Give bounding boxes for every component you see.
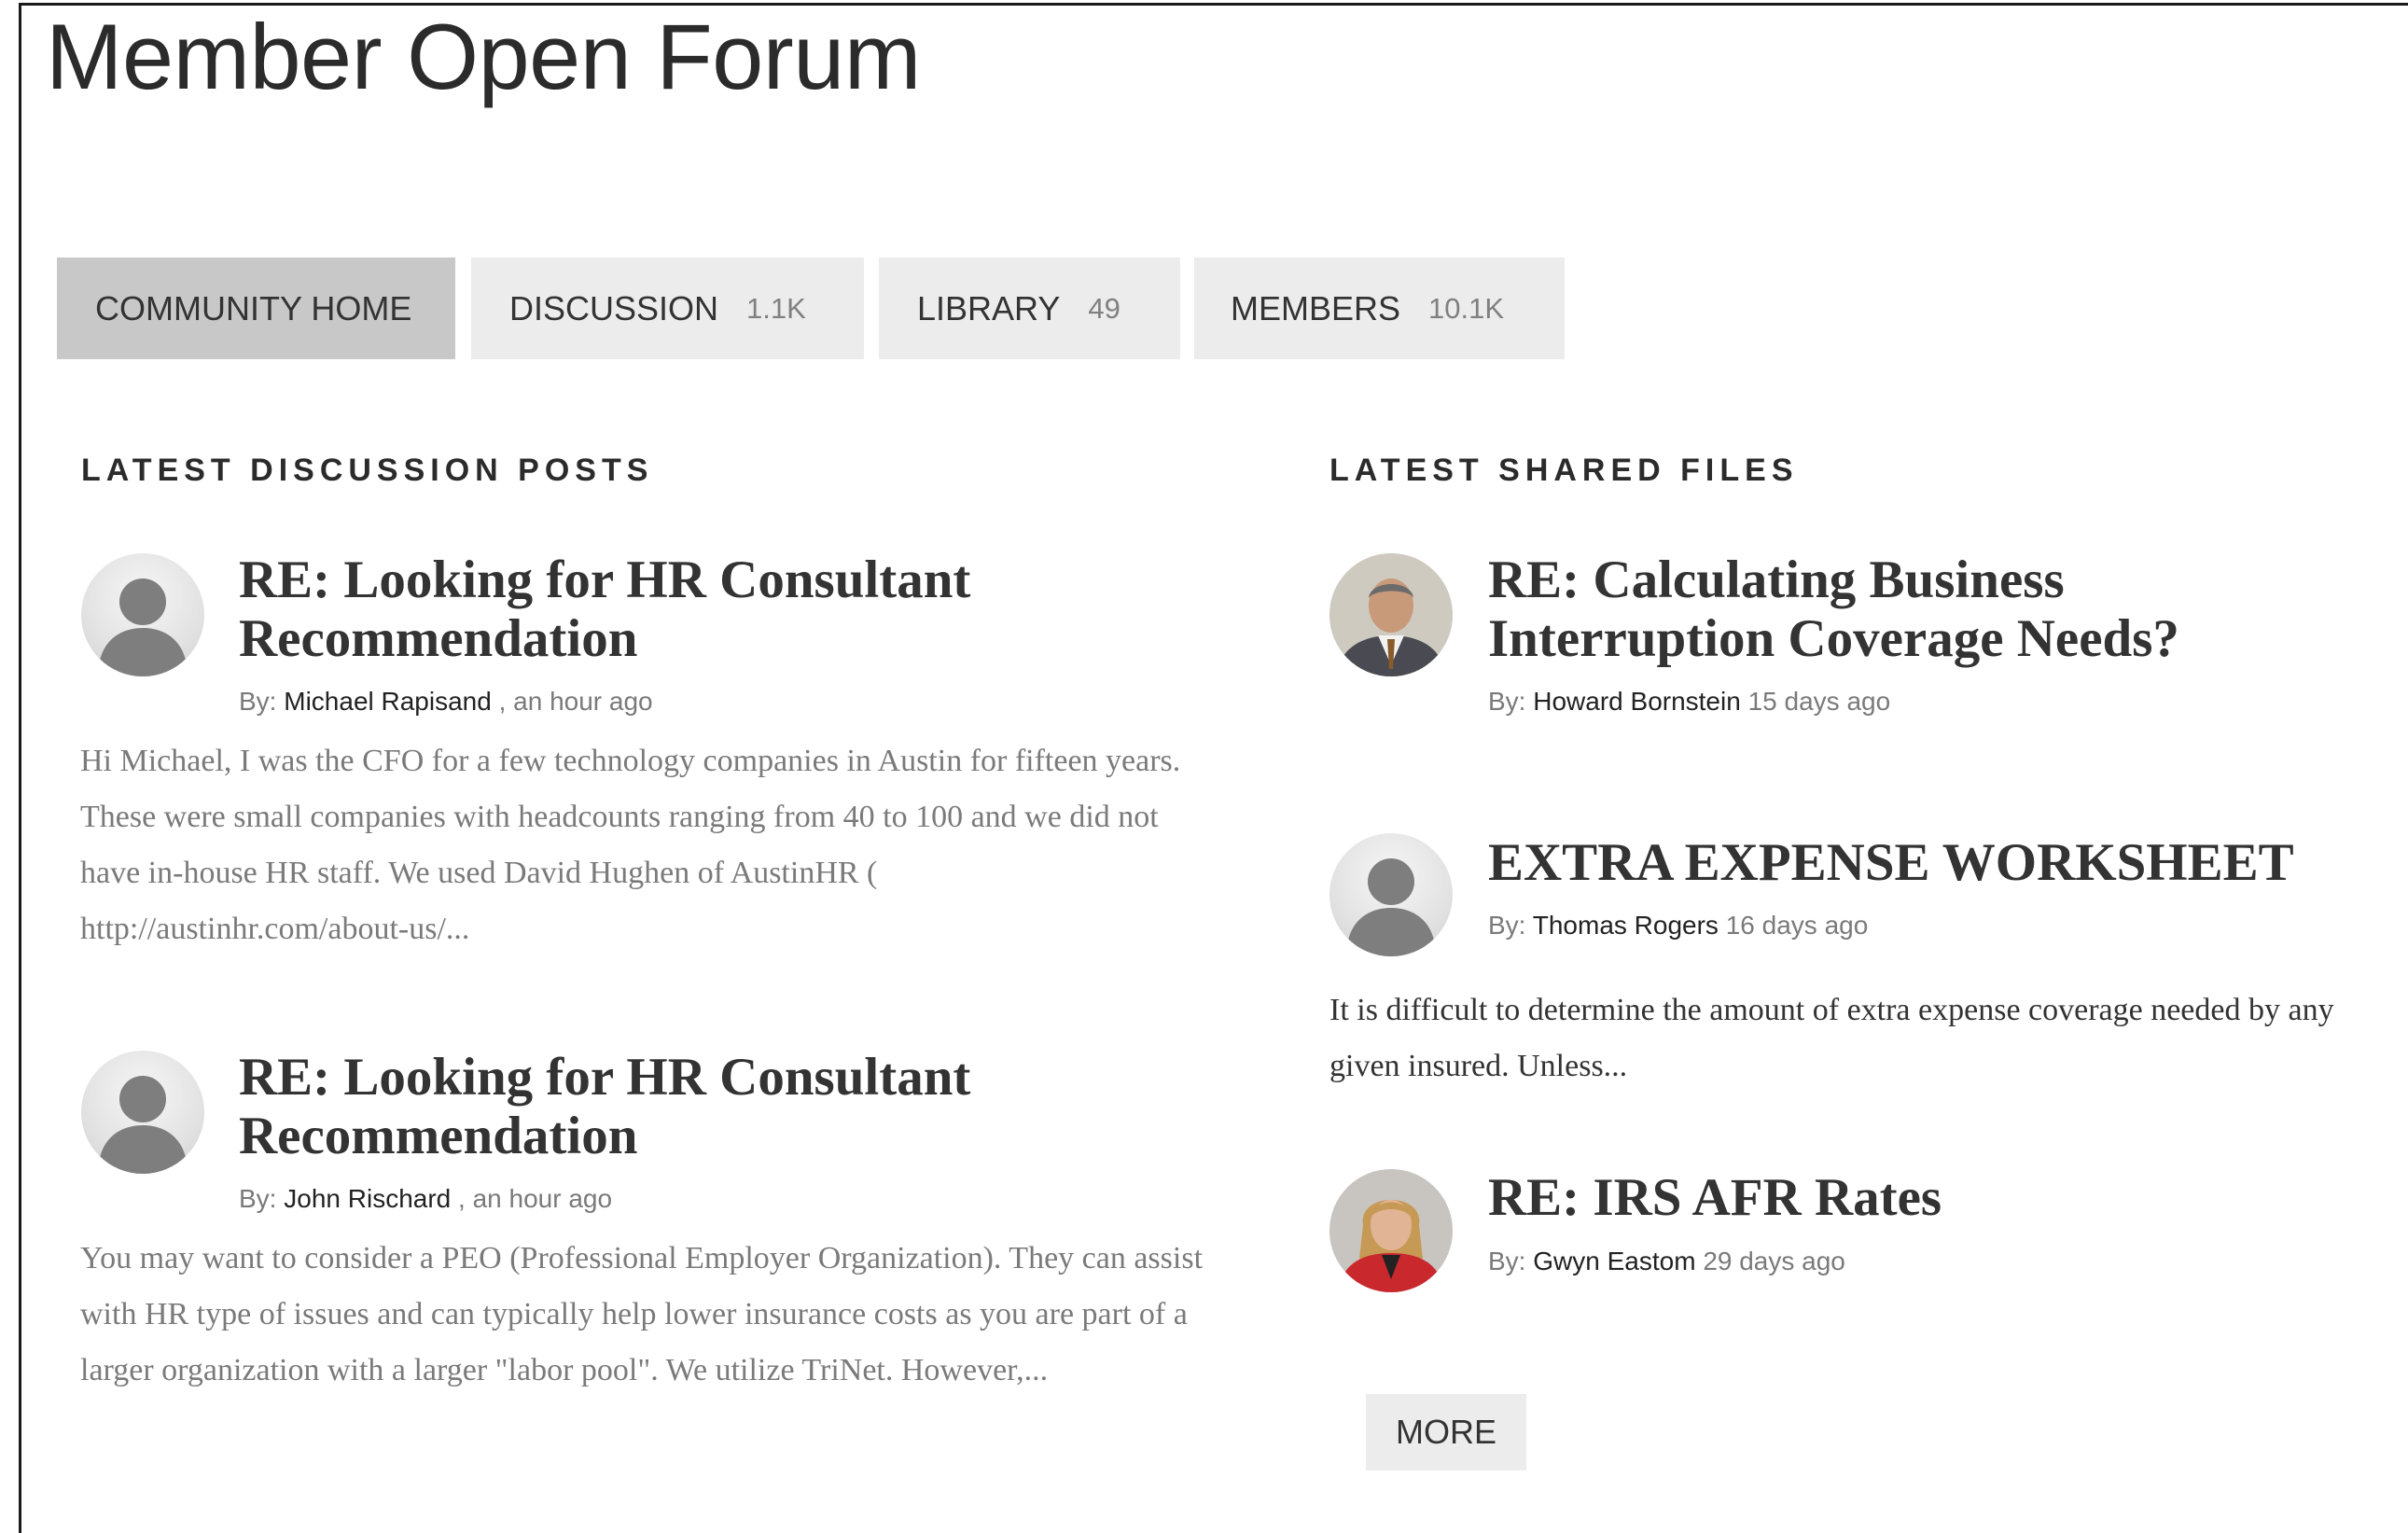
discussion-section-heading: LATEST DISCUSSION POSTS — [81, 453, 654, 488]
tab-count: 10.1K — [1428, 291, 1505, 325]
more-button[interactable]: MORE — [1366, 1394, 1526, 1470]
tab-library[interactable]: LIBRARY 49 — [879, 258, 1180, 359]
file-title[interactable]: RE: IRS AFR Rates — [1488, 1168, 2328, 1227]
post-excerpt: You may want to consider a PEO (Professi… — [80, 1241, 1204, 1387]
author-link[interactable]: Howard Bornstein — [1533, 687, 1741, 716]
file-byline: By: Howard Bornstein 15 days ago — [1488, 687, 1890, 717]
tab-count: 49 — [1088, 291, 1120, 325]
file-title[interactable]: EXTRA EXPENSE WORKSHEET — [1488, 833, 2384, 892]
woman-red-jacket-photo[interactable] — [1329, 1169, 1453, 1292]
file-time: 29 days ago — [1703, 1247, 1845, 1275]
by-label: By: — [239, 1184, 277, 1213]
man-in-suit-photo[interactable] — [1329, 553, 1453, 676]
tab-label: LIBRARY — [917, 288, 1061, 328]
tab-label: COMMUNITY HOME — [95, 288, 412, 328]
file-time: 15 days ago — [1747, 687, 1891, 716]
default-person-icon[interactable] — [81, 1051, 204, 1174]
file-title[interactable]: RE: Calculating Business Interruption Co… — [1488, 550, 2328, 668]
post-title[interactable]: RE: Looking for HR Consultant Recommenda… — [239, 550, 1060, 668]
files-section-heading: LATEST SHARED FILES — [1329, 453, 1799, 488]
post-byline: By: John Rischard , an hour ago — [239, 1184, 612, 1214]
tab-label: MEMBERS — [1231, 288, 1401, 328]
page-title: Member Open Forum — [46, 5, 921, 108]
file-time: 16 days ago — [1725, 911, 1869, 940]
tab-label: DISCUSSION — [509, 288, 719, 328]
default-person-icon[interactable] — [81, 553, 204, 676]
default-person-icon[interactable] — [1329, 833, 1453, 956]
author-link[interactable]: Michael Rapisand — [284, 687, 492, 716]
author-link[interactable]: Thomas Rogers — [1533, 911, 1719, 940]
by-label: By: — [1488, 911, 1526, 940]
by-label: By: — [1488, 1247, 1526, 1275]
post-excerpt: Hi Michael, I was the CFO for a few tech… — [80, 744, 1181, 946]
file-byline: By: Thomas Rogers 16 days ago — [1488, 911, 1868, 941]
author-link[interactable]: John Rischard — [284, 1184, 451, 1213]
post-title[interactable]: RE: Looking for HR Consultant Recommenda… — [239, 1048, 1060, 1165]
author-link[interactable]: Gwyn Eastom — [1533, 1247, 1695, 1275]
tab-community-home[interactable]: COMMUNITY HOME — [57, 258, 455, 359]
tab-count: 1.1K — [746, 291, 806, 325]
file-excerpt: It is difficult to determine the amount … — [1329, 993, 2334, 1083]
post-time: , an hour ago — [498, 687, 653, 716]
by-label: By: — [1488, 687, 1526, 716]
tab-discussion[interactable]: DISCUSSION 1.1K — [471, 258, 864, 359]
tab-members[interactable]: MEMBERS 10.1K — [1194, 258, 1565, 359]
post-time: , an hour ago — [458, 1184, 613, 1213]
post-byline: By: Michael Rapisand , an hour ago — [239, 687, 653, 717]
file-byline: By: Gwyn Eastom 29 days ago — [1488, 1247, 1845, 1276]
by-label: By: — [239, 687, 277, 716]
